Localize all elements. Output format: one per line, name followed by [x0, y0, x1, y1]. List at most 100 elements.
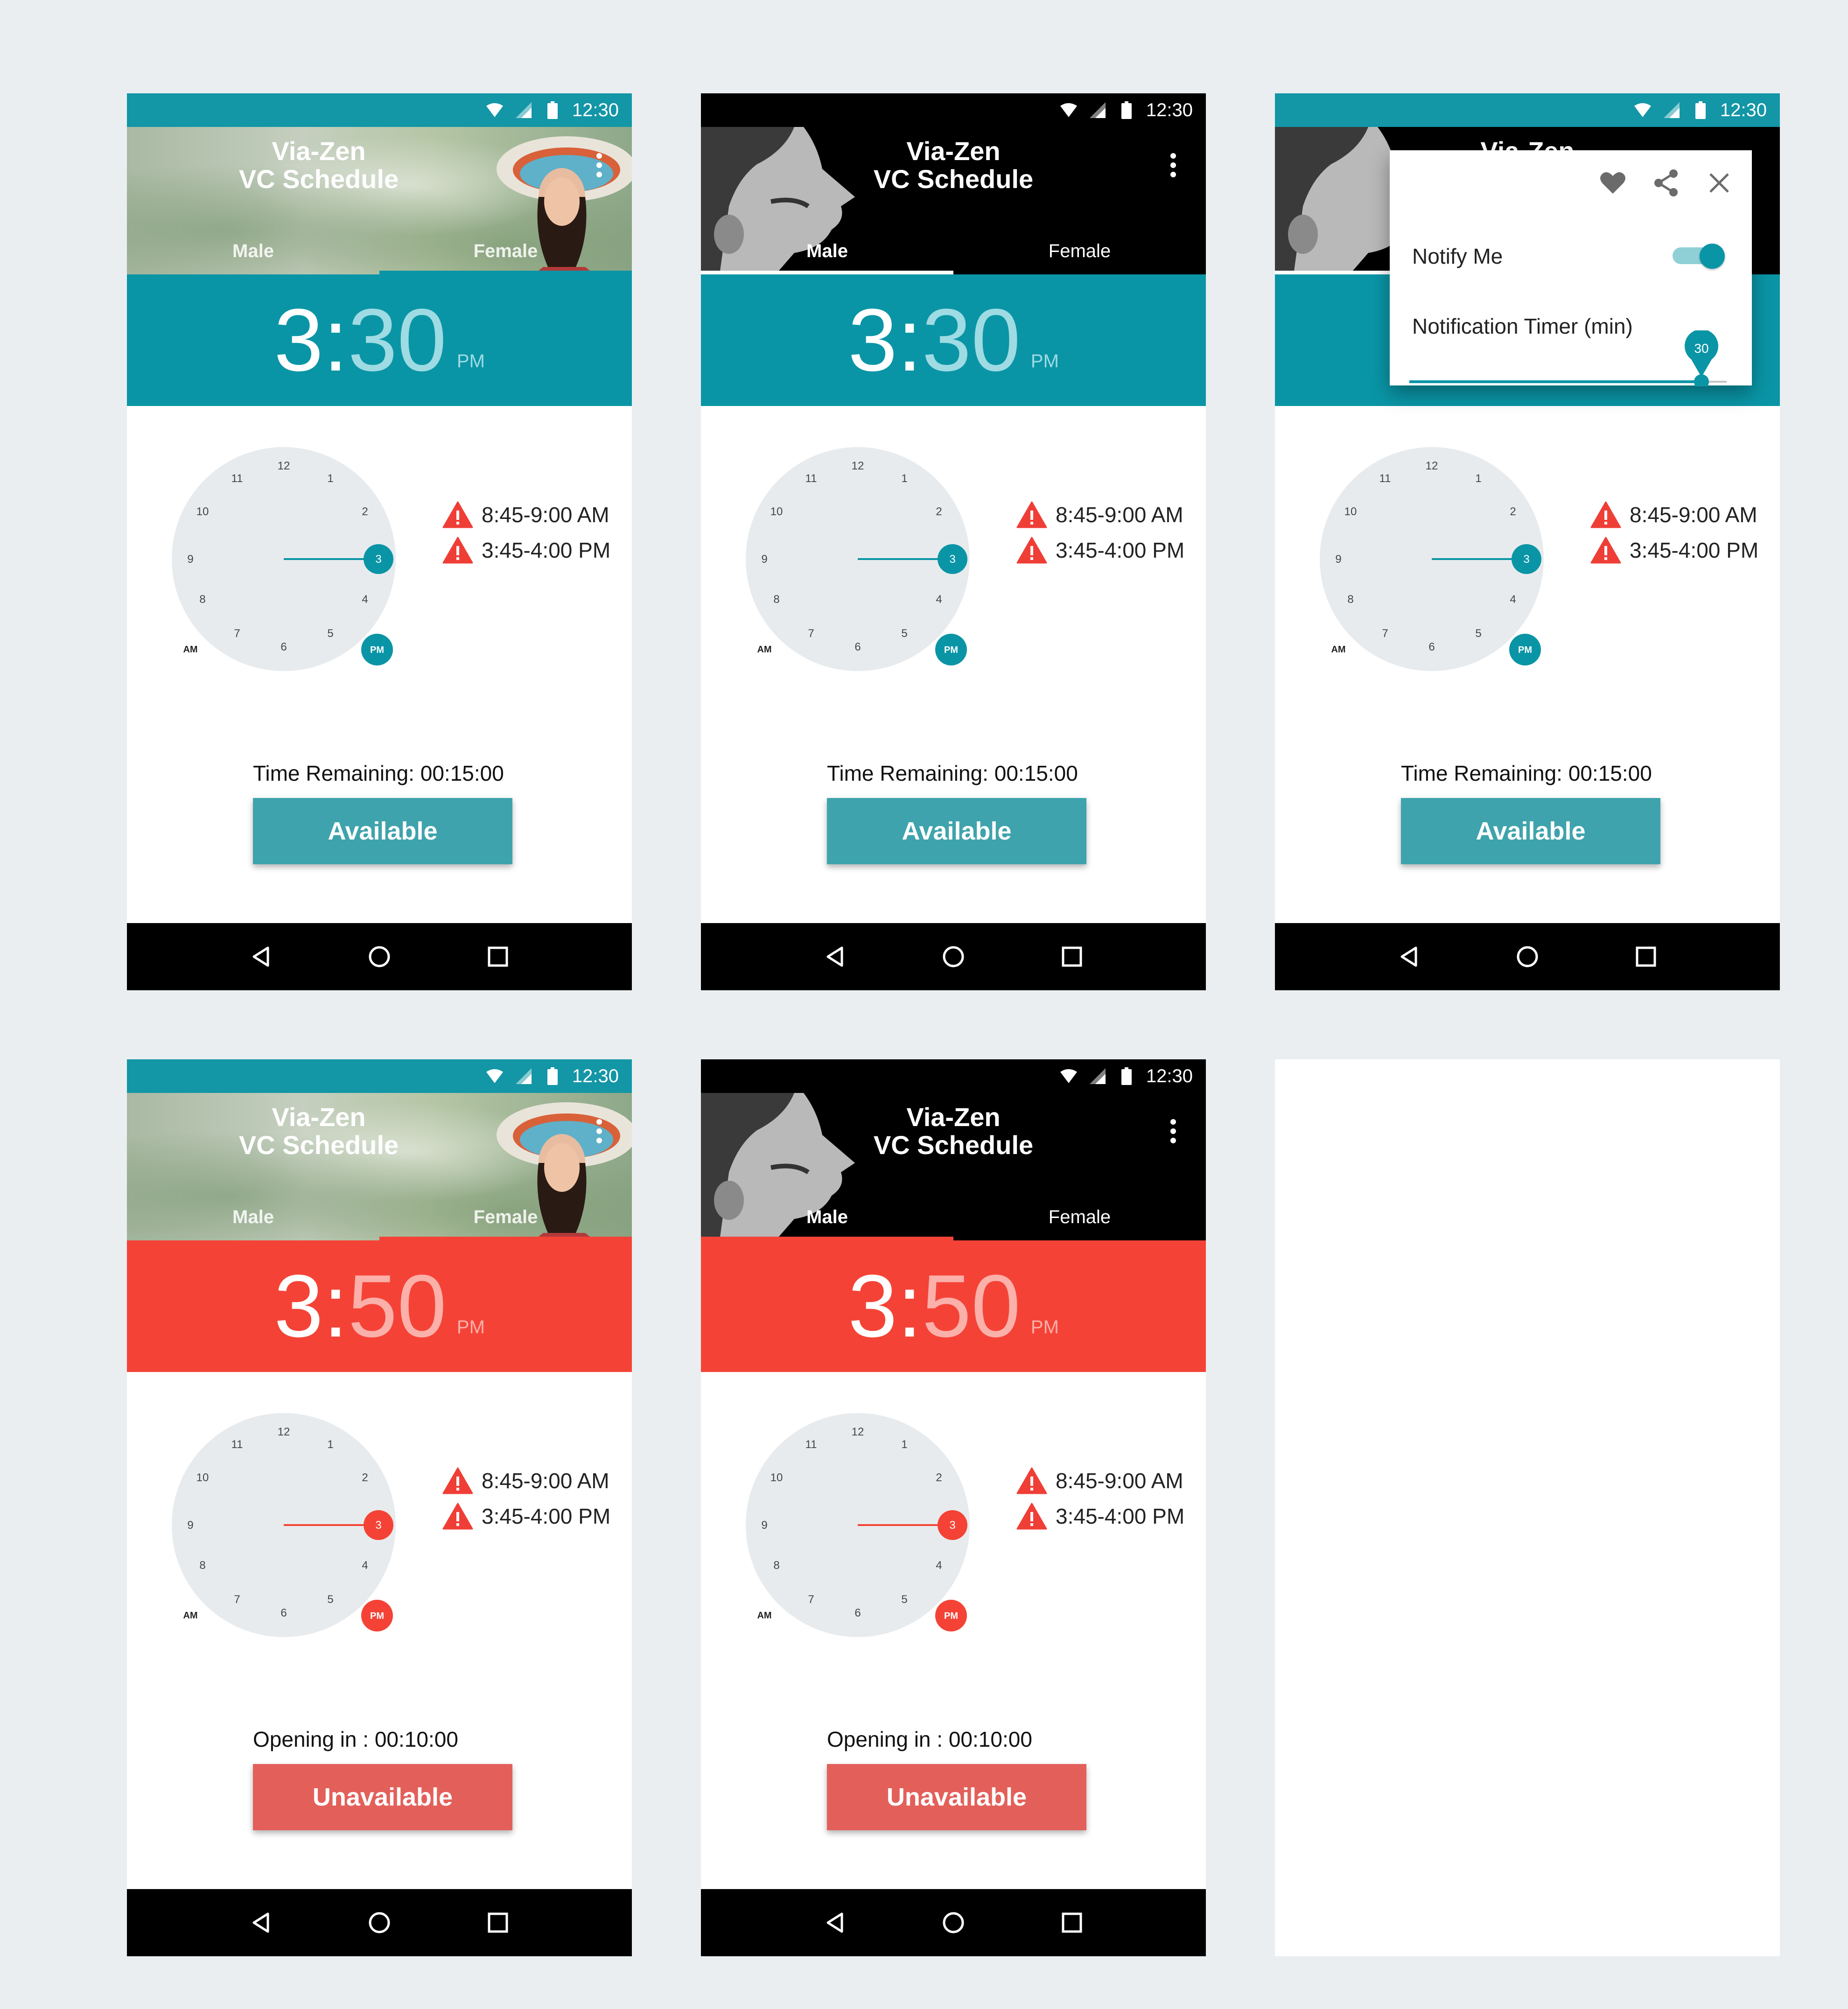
clock-number: 5: [901, 1593, 907, 1606]
more-vert-icon[interactable]: [596, 153, 603, 177]
app-title: Via-Zen VC Schedule: [238, 1102, 399, 1160]
clock-number: 12: [852, 1426, 864, 1438]
clock-number: 10: [196, 1471, 209, 1484]
clock-number: 5: [327, 1593, 333, 1606]
status-bar: 12:30: [1275, 93, 1780, 127]
tab-female[interactable]: Female: [379, 228, 632, 274]
am-toggle[interactable]: AM: [183, 644, 197, 655]
tab-male[interactable]: Male: [701, 1194, 953, 1240]
battery-icon: [543, 1067, 562, 1085]
am-toggle[interactable]: AM: [183, 1610, 197, 1621]
tab-male[interactable]: Male: [701, 228, 953, 274]
home-icon[interactable]: [365, 1909, 393, 1937]
clock-dial[interactable]: 12 1 2 3 4 5 6 7 8 9 10 11 AM PM: [172, 1413, 396, 1637]
back-icon[interactable]: [821, 1909, 849, 1937]
recents-icon[interactable]: [484, 943, 512, 971]
back-icon[interactable]: [247, 943, 275, 971]
wifi-icon: [1059, 1067, 1078, 1085]
available-button[interactable]: Available: [253, 798, 512, 864]
notification-timer-slider[interactable]: 30: [1409, 330, 1727, 386]
clock-number: 5: [901, 627, 907, 640]
more-vert-icon[interactable]: [1170, 153, 1177, 177]
clock-number: 2: [936, 505, 942, 518]
clock-number: 7: [234, 627, 240, 640]
am-toggle[interactable]: AM: [757, 644, 771, 655]
clock-number: 12: [1426, 460, 1438, 472]
tab-female[interactable]: Female: [953, 1194, 1206, 1240]
recents-icon[interactable]: [1058, 1909, 1086, 1937]
tab-male[interactable]: Male: [127, 1194, 379, 1240]
available-button[interactable]: Available: [827, 798, 1086, 864]
notification-popup: Notify Me Notification Timer (min) 30: [1390, 150, 1752, 386]
clock-number: 9: [761, 1519, 767, 1532]
back-icon[interactable]: [821, 943, 849, 971]
schedule-slot: 3:45-4:00 PM: [1016, 1503, 1184, 1530]
available-button[interactable]: Available: [1401, 798, 1660, 864]
clock-number: 11: [805, 472, 817, 485]
clock-number: 1: [901, 472, 907, 485]
signal-icon: [1088, 1067, 1107, 1085]
more-vert-icon[interactable]: [1170, 1119, 1177, 1143]
clock-number: 11: [231, 1438, 243, 1451]
blank-panel: [1275, 1059, 1780, 1956]
time-remaining: Time Remaining: 00:15:00: [827, 761, 1078, 785]
clock-number: 2: [362, 505, 368, 518]
warning-icon: [1016, 1467, 1047, 1494]
clock-number: 8: [773, 593, 779, 606]
home-icon[interactable]: [939, 943, 967, 971]
clock-dial[interactable]: 12 1 2 3 4 5 6 7 8 9 10 11 AM PM: [172, 447, 396, 671]
wifi-icon: [1059, 101, 1078, 119]
recents-icon[interactable]: [1058, 943, 1086, 971]
home-icon[interactable]: [365, 943, 393, 971]
schedule-slot: 8:45-9:00 AM: [442, 1467, 610, 1494]
am-toggle[interactable]: AM: [1331, 644, 1345, 655]
unavailable-button[interactable]: Unavailable: [253, 1764, 512, 1830]
clock-dial[interactable]: 12 1 2 3 4 5 6 7 8 9 10 11 AM PM: [1320, 447, 1544, 671]
clock-number: 6: [280, 641, 287, 653]
wifi-icon: [485, 1067, 504, 1085]
tab-female[interactable]: Female: [953, 228, 1206, 274]
warning-icon: [1590, 501, 1621, 528]
slider-thumb: 30: [1685, 330, 1718, 386]
status-time: 12:30: [572, 99, 619, 120]
clock-number: 10: [770, 1471, 783, 1484]
tab-indicator: [379, 1237, 632, 1240]
status-bar: 12:30: [701, 93, 1206, 127]
tab-female[interactable]: Female: [379, 1194, 632, 1240]
clock-number: 3: [949, 1519, 955, 1532]
app-title: Via-Zen VC Schedule: [873, 1102, 1034, 1160]
clock-number: 9: [187, 553, 193, 566]
nav-bar: [127, 1889, 632, 1956]
share-icon[interactable]: [1652, 169, 1680, 197]
clock-number: 7: [1382, 627, 1388, 640]
recents-icon[interactable]: [484, 1909, 512, 1937]
clock-dial[interactable]: 12 1 2 3 4 5 6 7 8 9 10 11 AM PM: [746, 1413, 970, 1637]
clock-number: 9: [761, 553, 767, 566]
battery-icon: [543, 101, 562, 119]
recents-icon[interactable]: [1632, 943, 1660, 971]
clock-number: 1: [1475, 472, 1481, 485]
warning-icon: [1016, 1503, 1047, 1530]
heart-icon[interactable]: [1599, 169, 1627, 197]
clock-number: 10: [196, 505, 209, 518]
close-icon[interactable]: [1705, 169, 1733, 197]
back-icon[interactable]: [1395, 943, 1423, 971]
pm-toggle-label: PM: [1518, 645, 1532, 655]
home-icon[interactable]: [1513, 943, 1541, 971]
notify-me-toggle[interactable]: [1673, 244, 1725, 269]
app-title: Via-Zen VC Schedule: [873, 136, 1034, 194]
nav-bar: [127, 923, 632, 990]
screen-notify-popup: 12:30 Via-Zen VC Schedule 12 1 2 3 4 5 6…: [1275, 93, 1780, 990]
clock-dial[interactable]: 12 1 2 3 4 5 6 7 8 9 10 11 AM PM: [746, 447, 970, 671]
home-icon[interactable]: [939, 1909, 967, 1937]
unavailable-button[interactable]: Unavailable: [827, 1764, 1086, 1830]
back-icon[interactable]: [247, 1909, 275, 1937]
schedule-slot: 8:45-9:00 AM: [1016, 501, 1184, 528]
clock-number: 8: [773, 1559, 779, 1572]
battery-icon: [1691, 101, 1710, 119]
warning-icon: [442, 1467, 473, 1494]
am-toggle[interactable]: AM: [757, 1610, 771, 1621]
tab-male[interactable]: Male: [127, 228, 379, 274]
more-vert-icon[interactable]: [596, 1119, 603, 1143]
schedule-slots: 8:45-9:00 AM 3:45-4:00 PM: [442, 501, 610, 572]
